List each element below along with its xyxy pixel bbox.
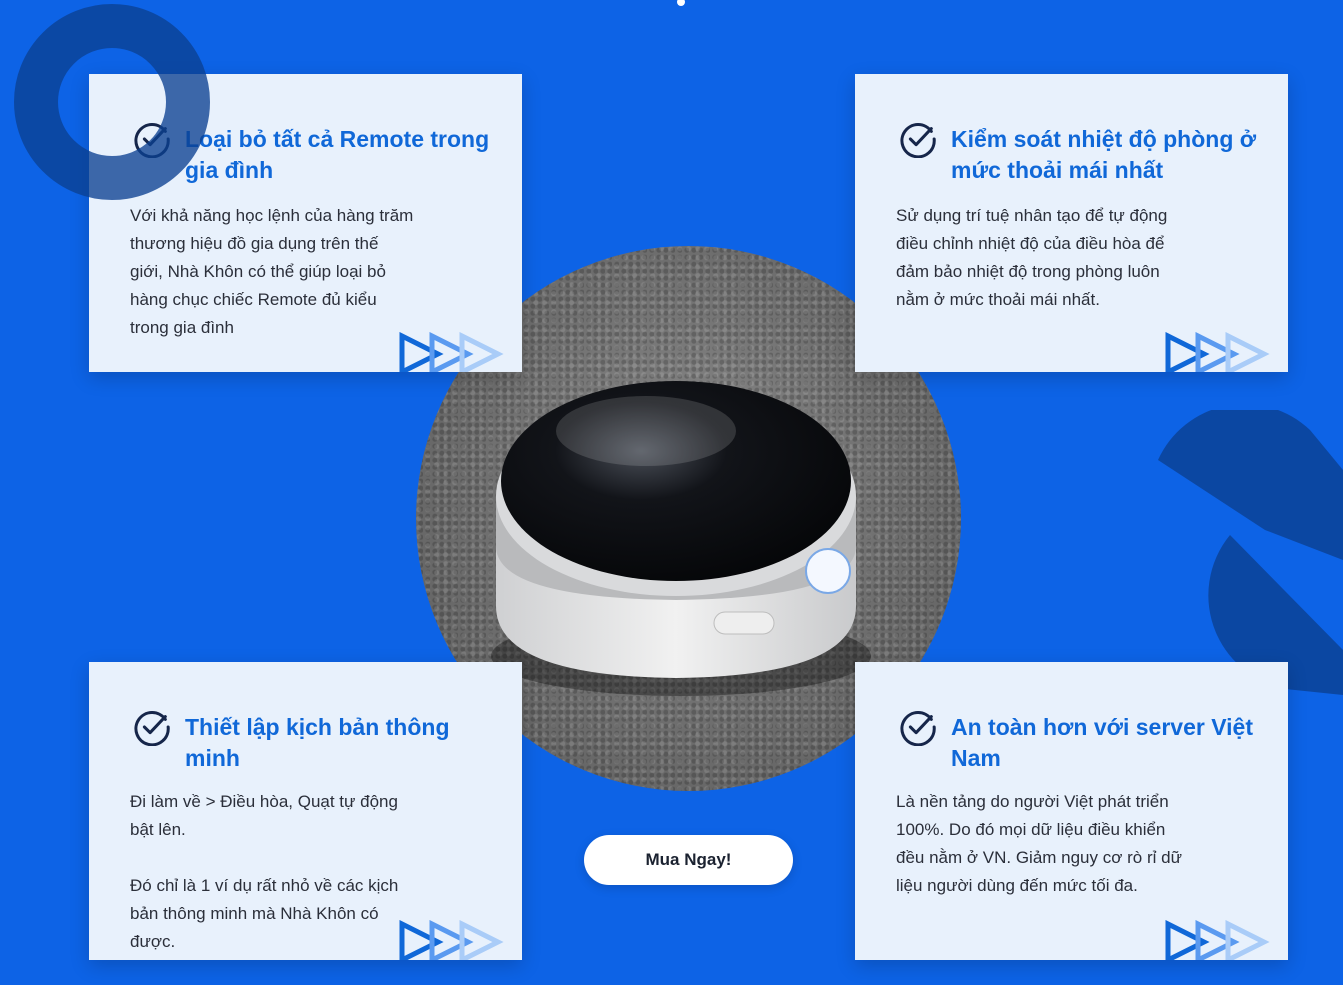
check-circle-icon <box>134 711 170 746</box>
card-body: Là nền tảng do người Việt phát triển 100… <box>896 792 1182 895</box>
triple-chevron-icon <box>399 332 504 372</box>
decorative-ring <box>14 4 210 200</box>
feature-card-scenario: Thiết lập kịch bản thông minh Đi làm về … <box>89 662 522 960</box>
card-title: Thiết lập kịch bản thông minh <box>185 714 450 771</box>
card-body: Với khả năng học lệnh của hàng trăm thươ… <box>130 206 414 337</box>
check-circle-icon <box>900 711 936 746</box>
card-title: Kiểm soát nhiệt độ phòng ở mức thoải mái… <box>951 126 1257 183</box>
triple-chevron-icon <box>399 920 504 960</box>
top-dot <box>677 0 685 6</box>
card-body: Sử dụng trí tuệ nhân tạo để tự động điều… <box>896 206 1168 309</box>
buy-now-button[interactable]: Mua Ngay! <box>584 835 793 885</box>
check-circle-icon <box>900 123 936 158</box>
card-title: An toàn hơn với server Việt Nam <box>951 714 1253 771</box>
feature-card-temperature: Kiểm soát nhiệt độ phòng ở mức thoải mái… <box>855 74 1288 372</box>
card-title: Loại bỏ tất cả Remote trong gia đình <box>185 126 490 183</box>
feature-card-server: An toàn hơn với server Việt Nam Là nền t… <box>855 662 1288 960</box>
triple-chevron-icon <box>1165 920 1270 960</box>
triple-chevron-icon <box>1165 332 1270 372</box>
